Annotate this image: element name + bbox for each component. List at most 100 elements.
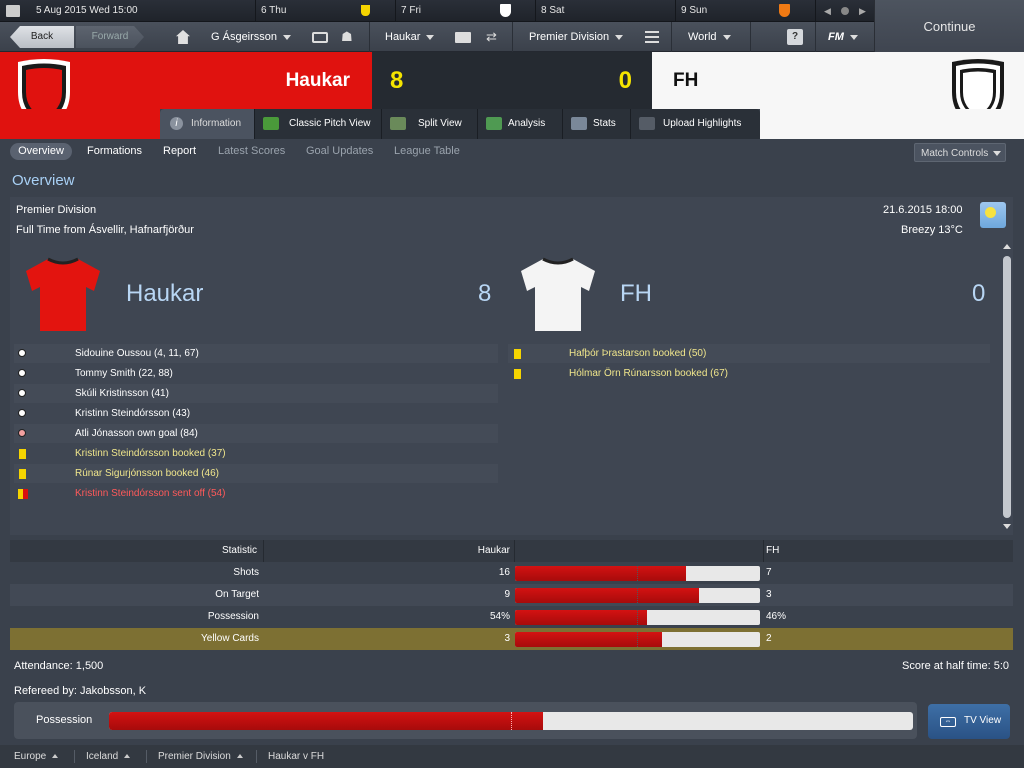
trophy-icon xyxy=(361,5,370,16)
breadcrumb-item[interactable]: Iceland xyxy=(86,745,131,768)
tv-view-button[interactable]: ⇔ TV View xyxy=(928,704,1010,739)
event-text[interactable]: Hafþór Þrastarson booked (50) xyxy=(569,344,706,363)
red-card-icon xyxy=(18,489,28,499)
yellow-card-icon xyxy=(19,449,26,459)
breadcrumb-label: Haukar v FH xyxy=(268,751,325,762)
table-row: Possession 54% 46% xyxy=(10,606,1013,628)
forward-button[interactable]: Forward xyxy=(76,26,144,48)
list-icon[interactable] xyxy=(645,31,659,43)
competition-menu[interactable]: Premier Division xyxy=(529,22,624,52)
pitch-icon xyxy=(263,117,279,130)
stat-away-value: 7 xyxy=(766,567,772,578)
calendar-day-1[interactable]: 6 Thu xyxy=(255,0,395,22)
calendar-today[interactable]: 5 Aug 2015 Wed 15:00 xyxy=(0,0,255,22)
away-team-label[interactable]: FH xyxy=(620,280,652,308)
possession-bar xyxy=(109,712,913,730)
manager-menu[interactable]: G Ásgeirsson xyxy=(211,22,292,52)
subtab-league-table[interactable]: League Table xyxy=(394,143,460,160)
chevron-left-icon[interactable]: ◀ xyxy=(824,0,831,22)
chevron-right-icon[interactable]: ▶ xyxy=(859,0,866,22)
event-text[interactable]: Hólmar Örn Rúnarsson booked (67) xyxy=(569,364,728,383)
tab-analysis[interactable]: Analysis xyxy=(478,109,563,139)
breadcrumb-item[interactable]: Premier Division xyxy=(158,745,243,768)
weather-label: Breezy 13°C xyxy=(901,224,963,236)
tab-classic-pitch-view[interactable]: Classic Pitch View xyxy=(255,109,382,139)
calendar-day-label: 6 Thu xyxy=(261,5,287,16)
away-shirt-icon xyxy=(521,257,595,331)
stat-bar-fill xyxy=(515,610,648,625)
match-tabs: i Information Classic Pitch View Split V… xyxy=(160,109,760,139)
home-icon[interactable] xyxy=(176,30,190,44)
overview-scrollbar[interactable] xyxy=(1002,244,1012,531)
folder-icon[interactable] xyxy=(455,32,471,43)
scroll-down-icon[interactable] xyxy=(1003,524,1011,529)
scroll-up-icon[interactable] xyxy=(1003,244,1011,249)
stat-home-value: 9 xyxy=(504,589,510,600)
event-text[interactable]: Tommy Smith (22, 88) xyxy=(75,364,173,383)
dot-icon[interactable] xyxy=(841,7,849,15)
chevron-down-icon xyxy=(722,34,731,40)
club-menu[interactable]: Haukar xyxy=(385,22,435,52)
breadcrumb-label: Iceland xyxy=(86,751,119,762)
stat-home-value: 3 xyxy=(504,633,510,644)
world-menu[interactable]: World xyxy=(688,22,731,52)
ball-icon xyxy=(18,389,26,397)
stat-bar xyxy=(515,632,760,647)
event-text[interactable]: Atli Jónasson own goal (84) xyxy=(75,424,198,443)
calendar-scroll-controls[interactable]: ◀ ▶ xyxy=(815,0,874,22)
table-row: Shots 16 7 xyxy=(10,562,1013,584)
chevron-down-icon xyxy=(849,34,858,40)
people-icon[interactable]: ☗ xyxy=(341,30,357,44)
event-text[interactable]: Kristinn Steindórsson booked (37) xyxy=(75,444,226,463)
event-text[interactable]: Kristinn Steindórsson (43) xyxy=(75,404,190,423)
subtab-overview[interactable]: Overview xyxy=(10,143,72,160)
event-text[interactable]: Skúli Kristinsson (41) xyxy=(75,384,169,403)
help-button[interactable]: ? xyxy=(787,29,803,45)
event-text[interactable]: Kristinn Steindórsson sent off (54) xyxy=(75,484,225,503)
list-item: Skúli Kristinsson (41) xyxy=(14,384,498,403)
subtab-label: Formations xyxy=(87,145,143,157)
event-text[interactable]: Sidouine Oussou (4, 11, 67) xyxy=(75,344,199,363)
calendar-day-2[interactable]: 7 Fri xyxy=(395,0,535,22)
transfer-icon[interactable]: ⇄ xyxy=(486,29,497,45)
tab-label: Split View xyxy=(418,118,462,129)
subtab-goal-updates[interactable]: Goal Updates xyxy=(306,143,373,160)
subtab-report[interactable]: Report xyxy=(163,143,196,160)
away-team-name: FH xyxy=(673,70,699,91)
breadcrumb-item[interactable]: Europe xyxy=(14,745,59,768)
tab-stats[interactable]: Stats xyxy=(563,109,631,139)
away-color-strip xyxy=(760,109,1024,139)
referee-label[interactable]: Refereed by: Jakobsson, K xyxy=(14,685,146,697)
tv-icon: ⇔ xyxy=(940,717,956,727)
calendar-day-label: 7 Fri xyxy=(401,5,421,16)
inbox-icon[interactable] xyxy=(312,32,328,43)
tab-information[interactable]: i Information xyxy=(160,109,255,139)
subtab-latest-scores[interactable]: Latest Scores xyxy=(218,143,285,160)
scroll-thumb[interactable] xyxy=(1003,256,1011,518)
subtab-label: League Table xyxy=(394,145,460,157)
event-text[interactable]: Rúnar Sigurjónsson booked (46) xyxy=(75,464,219,483)
tab-upload-highlights[interactable]: Upload Highlights xyxy=(631,109,760,139)
calendar-day-4[interactable]: 9 Sun xyxy=(675,0,815,22)
continue-button[interactable]: Continue xyxy=(874,0,1024,52)
continue-label: Continue xyxy=(923,18,976,34)
shield-icon xyxy=(779,4,790,17)
match-controls-dropdown[interactable]: Match Controls xyxy=(914,143,1006,162)
fm-menu[interactable]: FM xyxy=(828,22,858,52)
competition-label[interactable]: Premier Division xyxy=(16,204,96,216)
calendar-day-3[interactable]: 8 Sat xyxy=(535,0,675,22)
home-team-label[interactable]: Haukar xyxy=(126,280,203,308)
home-team-header: Haukar xyxy=(0,52,372,128)
chevron-up-icon xyxy=(124,754,131,759)
list-item: Hafþór Þrastarson booked (50) xyxy=(508,344,990,363)
list-item: Atli Jónasson own goal (84) xyxy=(14,424,498,443)
list-item: Rúnar Sigurjónsson booked (46) xyxy=(14,464,498,483)
home-score: 8 xyxy=(390,67,404,94)
chevron-up-icon xyxy=(236,754,243,759)
chevron-down-icon xyxy=(426,34,435,40)
breadcrumb-item[interactable]: Haukar v FH xyxy=(268,745,324,768)
back-button[interactable]: Back xyxy=(10,26,74,48)
tab-label: Upload Highlights xyxy=(663,118,742,129)
subtab-formations[interactable]: Formations xyxy=(87,143,142,160)
tab-split-view[interactable]: Split View xyxy=(382,109,478,139)
